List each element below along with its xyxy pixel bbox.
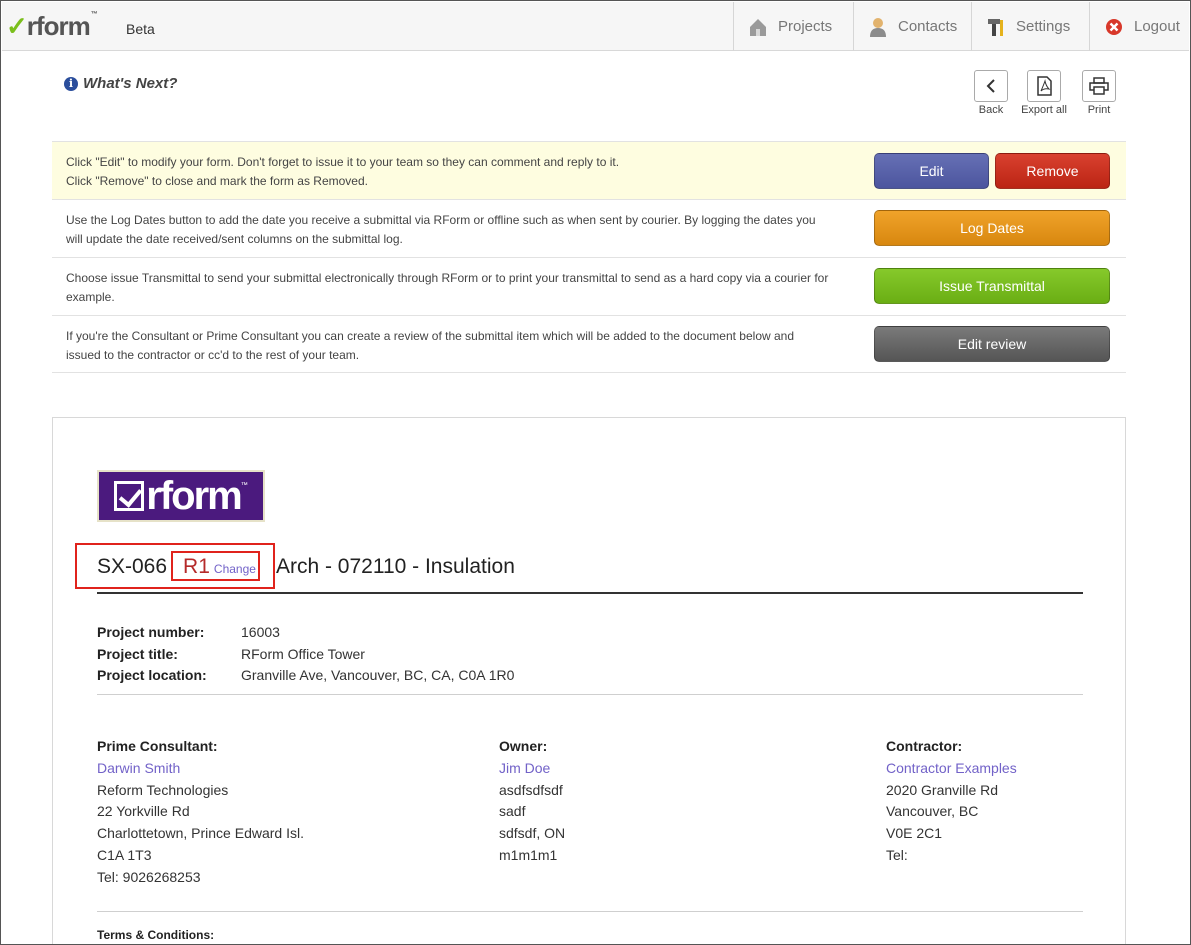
back-button[interactable]: Back — [963, 70, 1019, 116]
export-all-label: Export all — [1021, 104, 1067, 116]
house-icon — [750, 18, 766, 36]
project-info: Project number: 16003 Project title: RForm… — [97, 622, 514, 687]
party-line: asdfsdfsdf — [499, 781, 563, 798]
project-location-label: Project location: — [97, 667, 207, 683]
party-line: V0E 2C1 — [886, 825, 943, 842]
party-heading: Contractor: — [886, 738, 963, 754]
contractor-contact-link[interactable]: Contractor Examples — [886, 758, 1017, 780]
project-number-label: Project number: — [97, 624, 205, 640]
export-icon-box — [1027, 70, 1061, 102]
back-label: Back — [978, 104, 1004, 116]
party-line: 2020 Granville Rd — [886, 781, 999, 798]
document-logo-trademark: ™ — [240, 482, 248, 489]
export-all-button[interactable]: Export all — [1016, 70, 1072, 116]
contractor-block: Contractor: Contractor Examples 2020 Gra… — [886, 736, 1017, 867]
chevron-left-icon — [986, 79, 995, 93]
app-window: ✓rform™ Beta Projects Contacts Settings — [0, 0, 1191, 945]
terms-heading: Terms & Conditions: — [97, 928, 215, 942]
title-divider — [97, 592, 1083, 594]
document-logo: rform ™ — [97, 470, 265, 522]
print-button[interactable]: Print — [1071, 70, 1127, 116]
issue-transmittal-button[interactable]: Issue Transmittal — [874, 268, 1110, 304]
print-icon-box — [1082, 70, 1116, 102]
owner-block: Owner: Jim Doe asdfsdfsdf sadf sdfsdf, O… — [499, 736, 565, 867]
checkmark-icon: ✓ — [6, 11, 28, 41]
whats-next-heading: i What's Next? — [64, 75, 177, 92]
action-row-edit: Click "Edit" to modify your form. Don't … — [52, 141, 1126, 199]
action-text-line: Choose issue Transmittal to send your su… — [66, 271, 829, 285]
action-text-line: If you're the Consultant or Prime Consul… — [66, 329, 795, 343]
prime-consultant-block: Prime Consultant: Darwin Smith Reform Te… — [97, 736, 304, 889]
whats-next-title: What's Next? — [83, 75, 178, 92]
document-logo-text: rform — [146, 473, 242, 518]
beta-label: Beta — [126, 21, 155, 37]
nav-projects[interactable]: Projects — [733, 2, 853, 51]
party-line: Tel: — [886, 846, 908, 863]
checkbox-icon — [114, 481, 145, 511]
highlight-box-revision — [171, 551, 260, 581]
nav-logout-label: Logout — [1134, 18, 1180, 35]
app-logo[interactable]: ✓rform™ — [6, 11, 98, 42]
action-description: Click "Edit" to modify your form. Don't … — [66, 153, 856, 191]
document-title: Arch - 072110 - Insulation — [275, 555, 515, 578]
project-title-value: RForm Office Tower — [241, 645, 365, 662]
party-line: Tel: 9026268253 — [97, 868, 201, 885]
action-list: Click "Edit" to modify your form. Don't … — [52, 141, 1126, 373]
action-description: Choose issue Transmittal to send your su… — [66, 269, 856, 307]
party-heading: Owner: — [499, 738, 548, 754]
project-number-row: Project number: 16003 — [97, 622, 514, 644]
action-row-issue-transmittal: Choose issue Transmittal to send your su… — [52, 257, 1126, 315]
nav-logout[interactable]: Logout — [1089, 2, 1190, 51]
section-divider — [97, 911, 1083, 912]
nav-contacts-label: Contacts — [898, 18, 958, 35]
person-icon — [870, 17, 886, 37]
action-text-line: Click "Edit" to modify your form. Don't … — [66, 155, 620, 169]
party-line: m1m1m1 — [499, 846, 558, 863]
top-bar: ✓rform™ Beta Projects Contacts Settings — [2, 2, 1189, 51]
logo-text: rform — [26, 11, 91, 41]
project-location-value: Granville Ave, Vancouver, BC, CA, C0A 1R… — [241, 667, 515, 683]
nav-contacts[interactable]: Contacts — [853, 2, 971, 51]
remove-button[interactable]: Remove — [995, 153, 1110, 189]
party-line: C1A 1T3 — [97, 846, 152, 863]
print-label: Print — [1087, 104, 1111, 116]
printer-icon — [1089, 77, 1109, 95]
project-title-row: Project title: RForm Office Tower — [97, 644, 514, 666]
project-number-value: 16003 — [241, 624, 280, 640]
log-dates-button[interactable]: Log Dates — [874, 210, 1110, 246]
edit-review-button[interactable]: Edit review — [874, 326, 1110, 362]
edit-button[interactable]: Edit — [874, 153, 989, 189]
party-line: sdfsdf, ON — [499, 825, 566, 842]
action-text-line: Click "Remove" to close and mark the for… — [66, 174, 368, 188]
action-text-line: issued to the contractor or cc'd to the … — [66, 348, 360, 362]
section-divider — [97, 694, 1083, 695]
party-line: Vancouver, BC — [886, 803, 979, 820]
close-circle-icon — [1106, 18, 1122, 35]
party-line: Reform Technologies — [97, 781, 229, 798]
info-icon: i — [64, 76, 78, 91]
action-text-line: Use the Log Dates button to add the date… — [66, 213, 816, 227]
back-icon-box — [974, 70, 1008, 102]
action-description: Use the Log Dates button to add the date… — [66, 211, 856, 249]
party-line: Charlottetown, Prince Edward Isl. — [97, 825, 304, 842]
party-line: sadf — [499, 803, 526, 820]
pdf-icon — [1037, 76, 1052, 96]
submittal-document: rform ™ SX-066 R1 Change Arch - 072110 -… — [52, 417, 1126, 944]
action-row-log-dates: Use the Log Dates button to add the date… — [52, 199, 1126, 257]
prime-consultant-contact-link[interactable]: Darwin Smith — [97, 758, 304, 780]
nav-projects-label: Projects — [778, 18, 833, 35]
action-text-line: will update the date received/sent colum… — [66, 232, 403, 246]
nav-settings[interactable]: Settings — [971, 2, 1089, 51]
nav-settings-label: Settings — [1016, 18, 1071, 35]
logo-trademark: ™ — [90, 11, 98, 18]
project-location-row: Project location: Granville Ave, Vancouve… — [97, 665, 514, 687]
action-description: If you're the Consultant or Prime Consul… — [66, 327, 856, 365]
owner-contact-link[interactable]: Jim Doe — [499, 758, 565, 780]
party-line: 22 Yorkville Rd — [97, 803, 190, 820]
action-row-edit-review: If you're the Consultant or Prime Consul… — [52, 315, 1126, 373]
tools-icon — [988, 18, 1003, 36]
project-title-label: Project title: — [97, 645, 178, 662]
party-heading: Prime Consultant: — [97, 738, 218, 754]
action-text-line: example. — [66, 290, 115, 304]
